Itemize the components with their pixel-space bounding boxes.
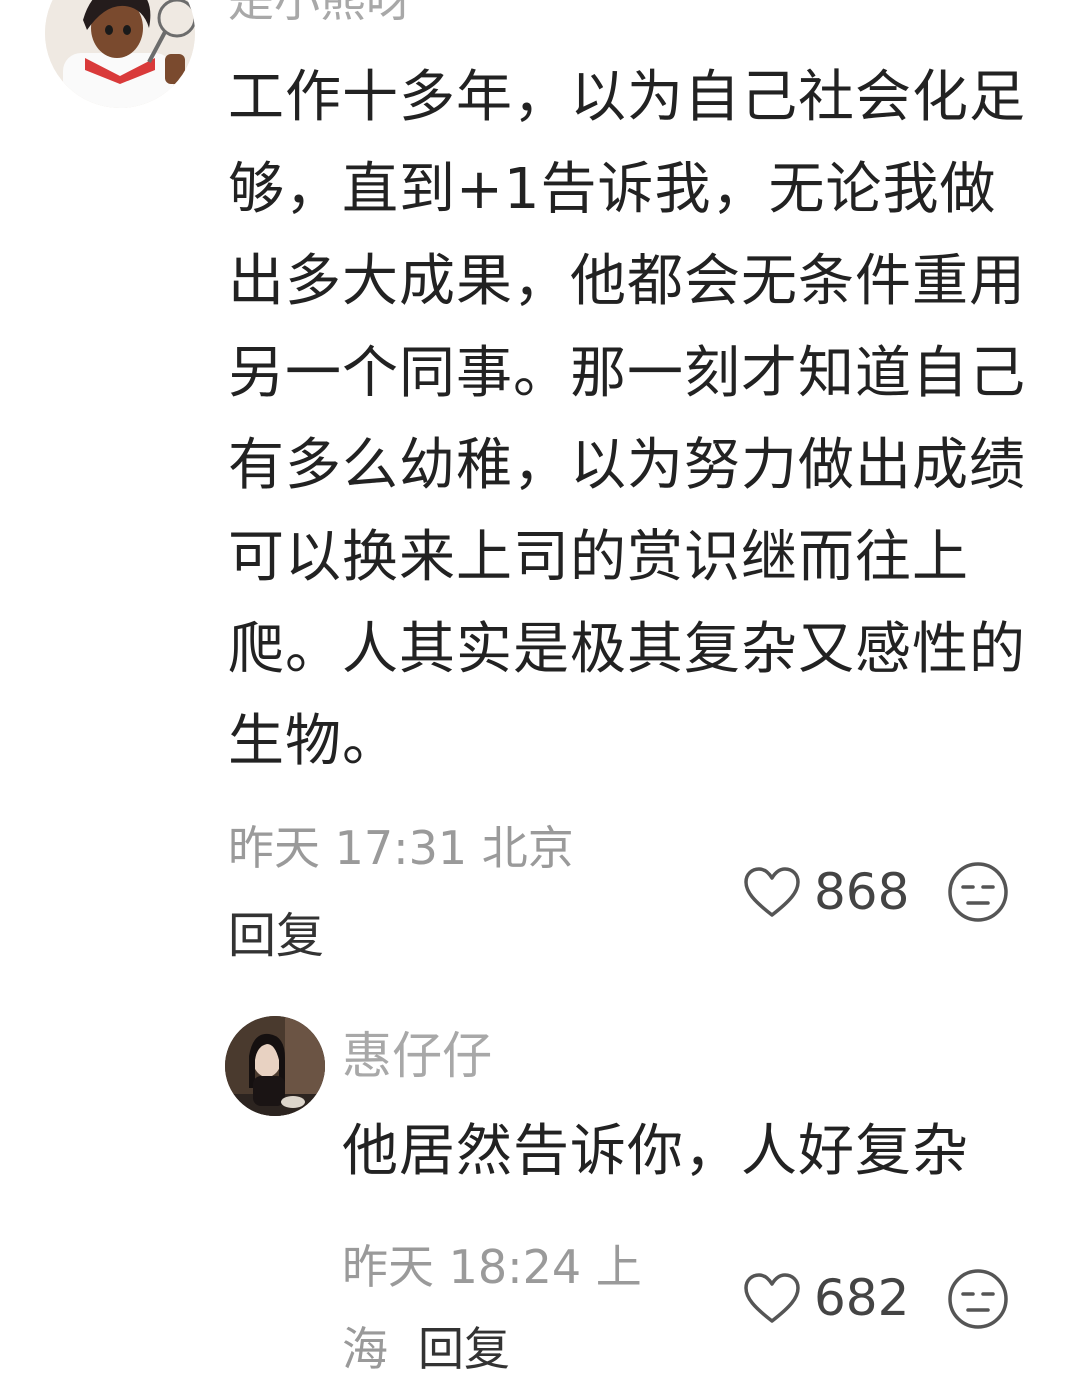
- comment-text: 工作十多年，以为自己社会化足够，直到+1告诉我，无论我做出多大成果，他都会无条件…: [228, 65, 1026, 774]
- reply-dislike-button[interactable]: [946, 1267, 1010, 1331]
- reply-username[interactable]: 惠仔仔: [342, 1026, 492, 1086]
- unamused-face-icon: [948, 1269, 1008, 1329]
- reply-reply-button[interactable]: 回复: [418, 1322, 510, 1376]
- reply-text: 他居然告诉你，人好复杂: [342, 1119, 969, 1184]
- comment-timestamp-location: 昨天 17:31 北京: [228, 821, 574, 875]
- reply-meta: 昨天 18:24 上海 回复: [342, 1226, 662, 1390]
- avatar[interactable]: [45, 0, 195, 108]
- heart-outline-icon: [744, 1273, 800, 1323]
- reply-avatar[interactable]: [225, 1016, 325, 1116]
- reply-like-count: 682: [814, 1269, 910, 1327]
- reply-button[interactable]: 回复: [228, 906, 324, 966]
- unamused-face-icon: [948, 862, 1008, 922]
- like-count: 868: [814, 863, 910, 921]
- like-button[interactable]: 868: [742, 862, 909, 922]
- tennis-girl-avatar-icon: [45, 0, 195, 108]
- person-photo-avatar-icon: [225, 1016, 325, 1116]
- dislike-button[interactable]: [946, 860, 1010, 924]
- comment-username[interactable]: 是小熊呀: [228, 0, 412, 30]
- heart-outline-icon: [744, 867, 800, 917]
- reply-like-button[interactable]: 682: [742, 1268, 909, 1328]
